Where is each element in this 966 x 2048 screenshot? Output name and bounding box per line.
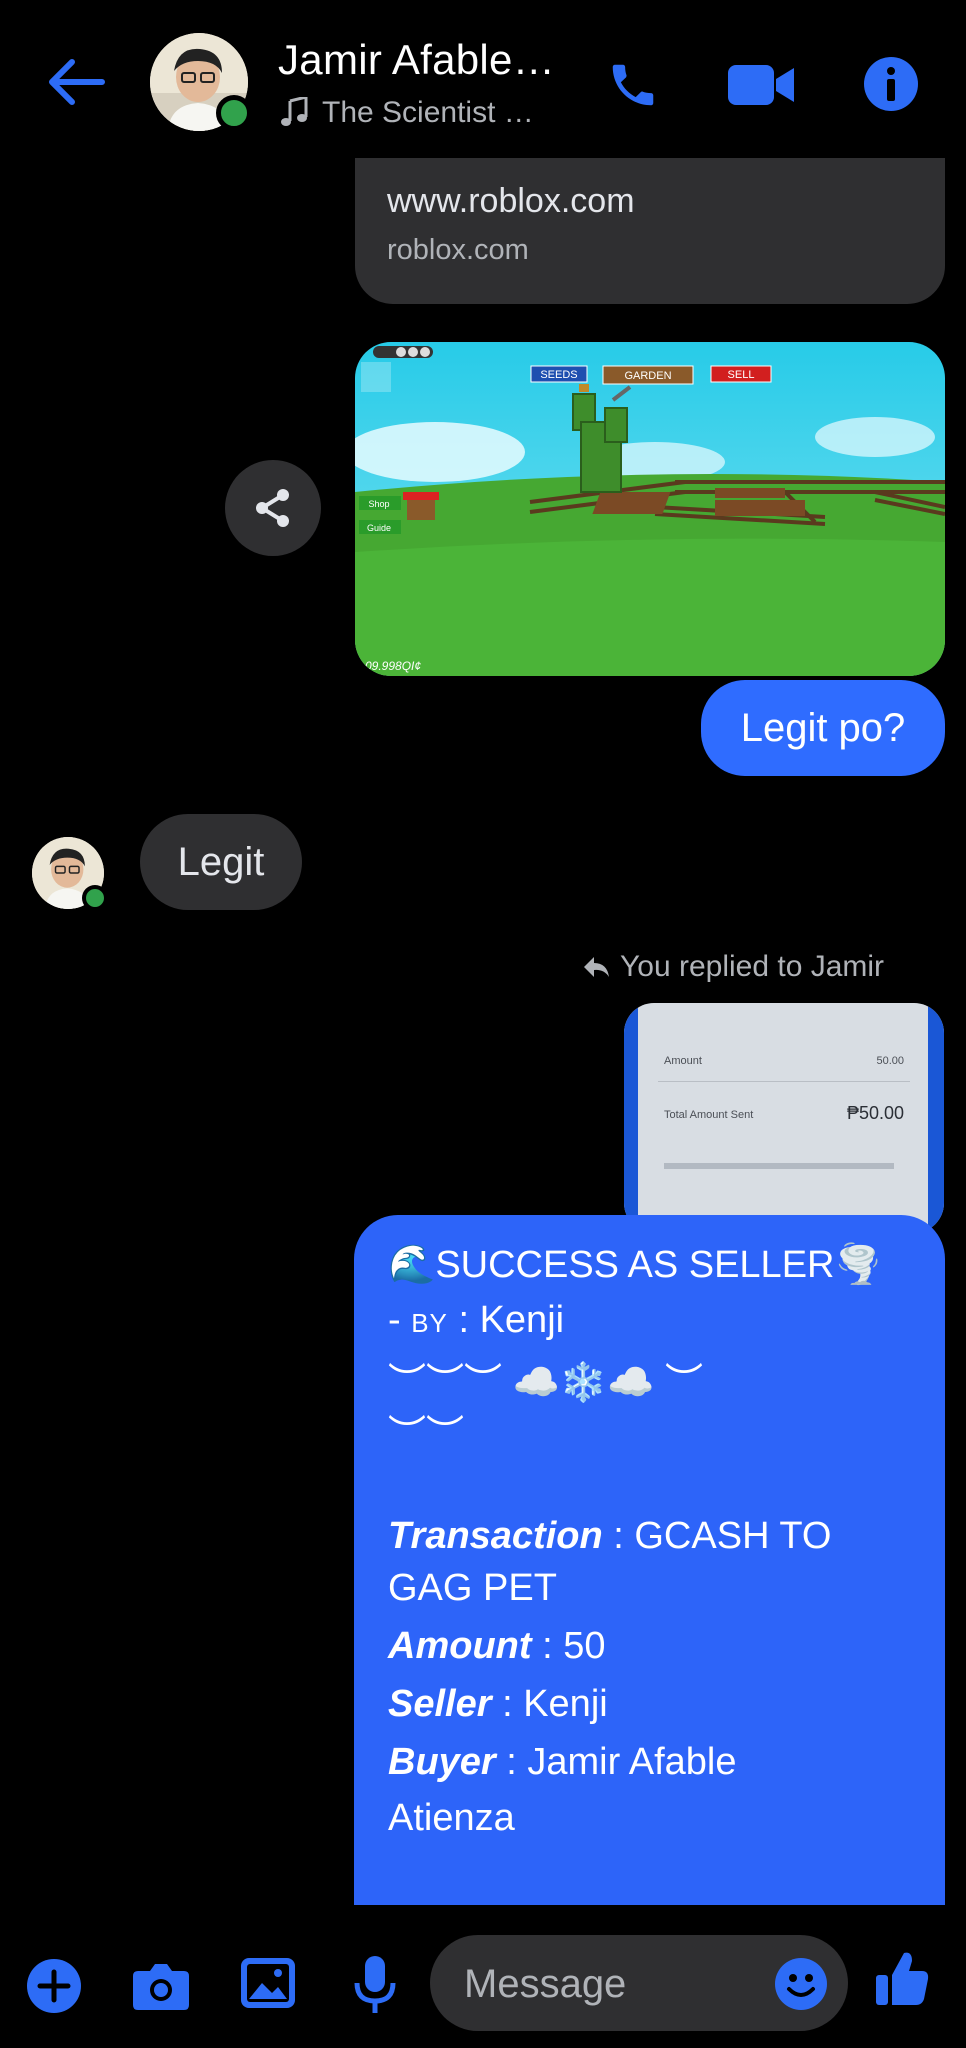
- message-input[interactable]: [462, 1935, 766, 2033]
- thumbs-up-icon[interactable]: [874, 1949, 930, 2014]
- seeds-tab: SEEDS: [540, 369, 577, 381]
- camera-icon[interactable]: [132, 1961, 190, 2016]
- contact-avatar[interactable]: [150, 33, 252, 131]
- outgoing-message-receipt[interactable]: 🌊SUCCESS AS SELLER🌪️ - BY : Kenji ︶︶︶ ☁️…: [354, 1215, 945, 1905]
- plus-icon[interactable]: [26, 1958, 82, 2019]
- back-arrow-icon[interactable]: [46, 58, 106, 106]
- msg-amount: Amount : 50: [388, 1625, 606, 1667]
- contact-name[interactable]: Jamir Afable…: [278, 36, 555, 84]
- info-icon[interactable]: [864, 57, 918, 111]
- emoji-icon[interactable]: [774, 1957, 828, 2011]
- reply-indicator: You replied to Jamir: [582, 950, 884, 984]
- replied-message-preview[interactable]: Amount 50.00 Total Amount Sent ₱50.00: [624, 1003, 944, 1233]
- share-icon: [251, 486, 295, 530]
- message-input-field[interactable]: [430, 1935, 848, 2033]
- msg-decoration-2: ︶︶: [388, 1414, 465, 1456]
- gallery-icon[interactable]: [240, 1957, 296, 2014]
- share-button[interactable]: [225, 460, 321, 556]
- online-status-dot: [216, 95, 252, 131]
- preview-total-label: Total Amount Sent: [664, 1109, 754, 1121]
- video-call-icon[interactable]: [728, 62, 796, 108]
- song-title: The Scientist …: [322, 96, 534, 129]
- phone-call-icon[interactable]: [606, 58, 660, 112]
- chat-header: Jamir Afable… The Scientist …: [0, 0, 966, 158]
- msg-decoration: ︶︶︶ ☁️❄️☁️ ︶: [388, 1362, 704, 1404]
- link-domain: roblox.com: [387, 234, 529, 266]
- money-counter: 09.998QI¢: [365, 659, 421, 673]
- reply-indicator-text: You replied to Jamir: [620, 950, 885, 983]
- preview-total-value: ₱50.00: [846, 1103, 904, 1123]
- sender-avatar[interactable]: [32, 837, 108, 911]
- msg-seller: Seller : Kenji: [388, 1683, 608, 1725]
- msg-byline: - BY : Kenji: [388, 1299, 565, 1341]
- reply-arrow-icon: [582, 955, 610, 979]
- online-status-dot: [82, 885, 108, 911]
- now-playing-status: The Scientist …: [280, 96, 534, 130]
- preview-amount-value: 50.00: [876, 1055, 904, 1067]
- shop-button: Shop: [368, 499, 389, 509]
- guide-button: Guide: [367, 523, 391, 533]
- outgoing-message[interactable]: Legit po?: [701, 680, 945, 776]
- msg-transaction: Transaction : GCASH TO: [388, 1515, 832, 1557]
- link-title: www.roblox.com: [387, 182, 635, 220]
- sell-tab: SELL: [728, 369, 755, 381]
- msg-buyer-cont: Atienza: [388, 1797, 515, 1839]
- msg-buyer: Buyer : Jamir Afable: [388, 1741, 737, 1783]
- incoming-message[interactable]: Legit: [140, 814, 302, 910]
- preview-amount-label: Amount: [664, 1055, 702, 1067]
- garden-tab: GARDEN: [624, 370, 671, 382]
- message-composer: [0, 1905, 966, 2048]
- roblox-game-screenshot[interactable]: SEEDS GARDEN SELL Shop Guide 09.998QI¢: [355, 342, 945, 676]
- msg-headline: 🌊SUCCESS AS SELLER🌪️: [388, 1244, 882, 1286]
- microphone-icon[interactable]: [352, 1955, 398, 2020]
- music-note-icon: [280, 97, 308, 129]
- msg-transaction-cont: GAG PET: [388, 1567, 557, 1609]
